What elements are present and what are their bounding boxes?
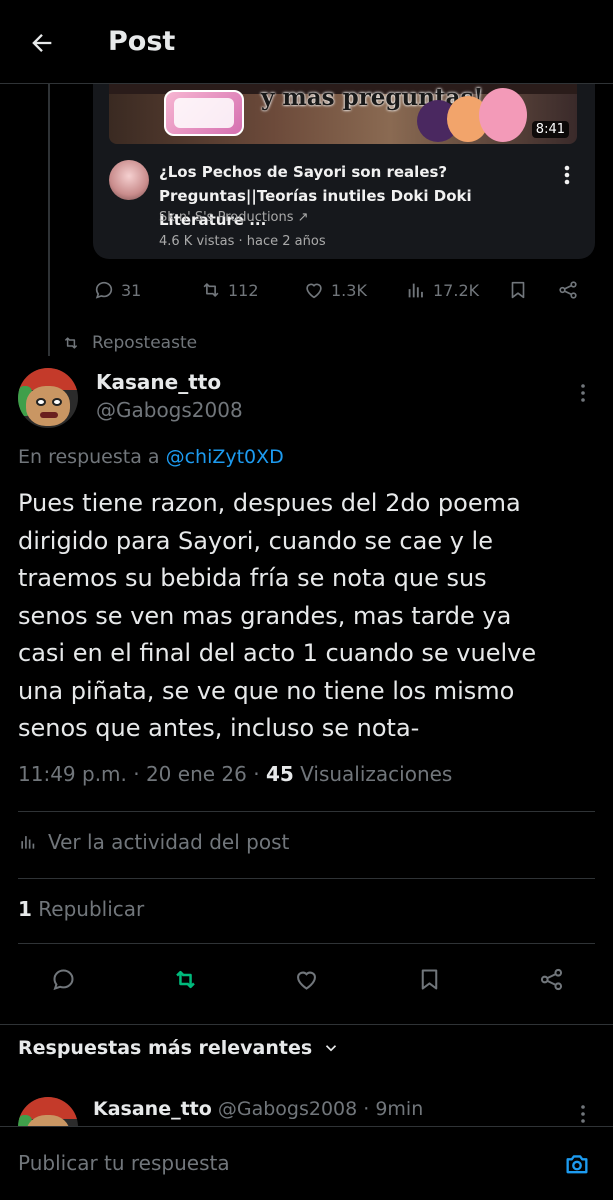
repost-note-icon — [64, 337, 78, 349]
heart-icon — [306, 283, 322, 299]
author-name[interactable]: Kasane_tto — [96, 370, 221, 394]
post-activity-link[interactable]: Ver la actividad del post — [18, 830, 289, 854]
video-channel[interactable]: Sk n' S's Productions ↗ — [159, 210, 309, 225]
thread-line — [48, 84, 50, 356]
like-button[interactable] — [289, 962, 323, 996]
reply-header: Kasane_tto @Gabogs2008 · 9min — [93, 1098, 423, 1120]
repost-note-label: Reposteaste — [92, 333, 198, 353]
post-more-icon[interactable] — [578, 382, 588, 404]
camera-icon[interactable] — [560, 1147, 594, 1181]
share-icon — [559, 281, 577, 299]
replies-sort-label: Respuestas más relevantes — [18, 1037, 313, 1059]
avatar-eye-right — [52, 398, 62, 406]
divider — [18, 943, 595, 944]
reply-icon — [95, 281, 113, 299]
views-count: 17.2K — [433, 280, 480, 300]
author-handle[interactable]: @Gabogs2008 — [96, 398, 243, 422]
parent-actions: 31 112 1.3K 17.2K — [93, 276, 593, 304]
reply-input[interactable]: Publicar tu respuesta — [18, 1151, 230, 1175]
divider — [18, 811, 595, 812]
avatar[interactable] — [18, 368, 78, 428]
repost-note: Reposteaste — [62, 333, 197, 353]
repost-action[interactable]: 112 — [200, 276, 259, 304]
ddlc-logo-inner — [174, 98, 234, 128]
reposts-stat[interactable]: 1 Republicar — [18, 897, 144, 921]
post-views-count: 45 — [265, 762, 294, 786]
video-card[interactable]: y mas preguntas! 8:41 ¿Los Pechos de Say… — [93, 84, 595, 259]
avatar-face — [26, 386, 70, 426]
repost-active-icon — [175, 970, 195, 988]
post-text: Pues tiene razon, despues del 2do poema … — [18, 489, 537, 742]
ddlc-logo — [164, 90, 244, 136]
section-separator — [0, 1024, 613, 1025]
video-duration: 8:41 — [531, 121, 569, 138]
bookmark-button[interactable] — [412, 962, 446, 996]
divider — [18, 878, 595, 879]
repost-count: 112 — [228, 280, 259, 300]
replies-sort-dropdown[interactable]: Respuestas más relevantes — [18, 1037, 340, 1059]
reply-author-meta: @Gabogs2008 · 9min — [211, 1098, 424, 1120]
share-action[interactable] — [557, 276, 579, 304]
reply-prefix: En respuesta a — [18, 446, 166, 468]
avatar-mouth — [40, 412, 58, 418]
video-more-icon[interactable] — [561, 164, 573, 186]
post-time: 11:49 p.m. · 20 ene 26 · — [18, 762, 266, 786]
reply-icon — [52, 968, 74, 990]
video-stats: 4.6 K vistas · hace 2 años — [159, 234, 326, 249]
reply-action[interactable]: 31 — [93, 276, 141, 304]
reposts-stat-count: 1 — [18, 897, 32, 921]
bookmark-icon — [421, 968, 437, 990]
reply-count: 31 — [121, 280, 142, 300]
channel-avatar[interactable] — [109, 160, 149, 200]
reposts-stat-label: Republicar — [31, 897, 145, 921]
views-icon — [408, 283, 423, 298]
top-bar: Post — [0, 0, 613, 84]
activity-label: Ver la actividad del post — [48, 830, 290, 854]
back-arrow-icon[interactable] — [26, 27, 58, 59]
thumbnail-characters — [417, 86, 527, 142]
reply-author-name[interactable]: Kasane_tto — [93, 1098, 212, 1120]
avatar-eye-left — [36, 398, 46, 406]
like-count: 1.3K — [331, 280, 367, 300]
video-thumbnail[interactable]: y mas preguntas! 8:41 — [109, 84, 577, 144]
reply-composer: Publicar tu respuesta — [0, 1126, 613, 1200]
character-3 — [479, 88, 527, 142]
bookmark-icon — [511, 281, 525, 299]
views-action[interactable]: 17.2K — [405, 276, 479, 304]
heart-icon — [296, 971, 316, 990]
share-icon — [540, 968, 562, 990]
bookmark-action[interactable] — [507, 276, 529, 304]
post-meta: 11:49 p.m. · 20 ene 26 · 45 Visualizacio… — [18, 762, 452, 786]
reply-mention-link[interactable]: @chiZyt0XD — [166, 446, 284, 468]
page-title: Post — [108, 26, 176, 57]
share-button[interactable] — [534, 962, 568, 996]
analytics-icon — [21, 836, 35, 849]
like-action[interactable]: 1.3K — [303, 276, 367, 304]
reply-context: En respuesta a @chiZyt0XD — [18, 446, 284, 468]
reply-button[interactable] — [46, 962, 80, 996]
repost-icon — [203, 283, 219, 297]
reply-more-icon[interactable] — [578, 1103, 588, 1125]
repost-button[interactable] — [168, 962, 202, 996]
chevron-down-icon — [326, 1045, 337, 1052]
post-views-label: Visualizaciones — [293, 762, 453, 786]
post-actions — [40, 962, 580, 994]
